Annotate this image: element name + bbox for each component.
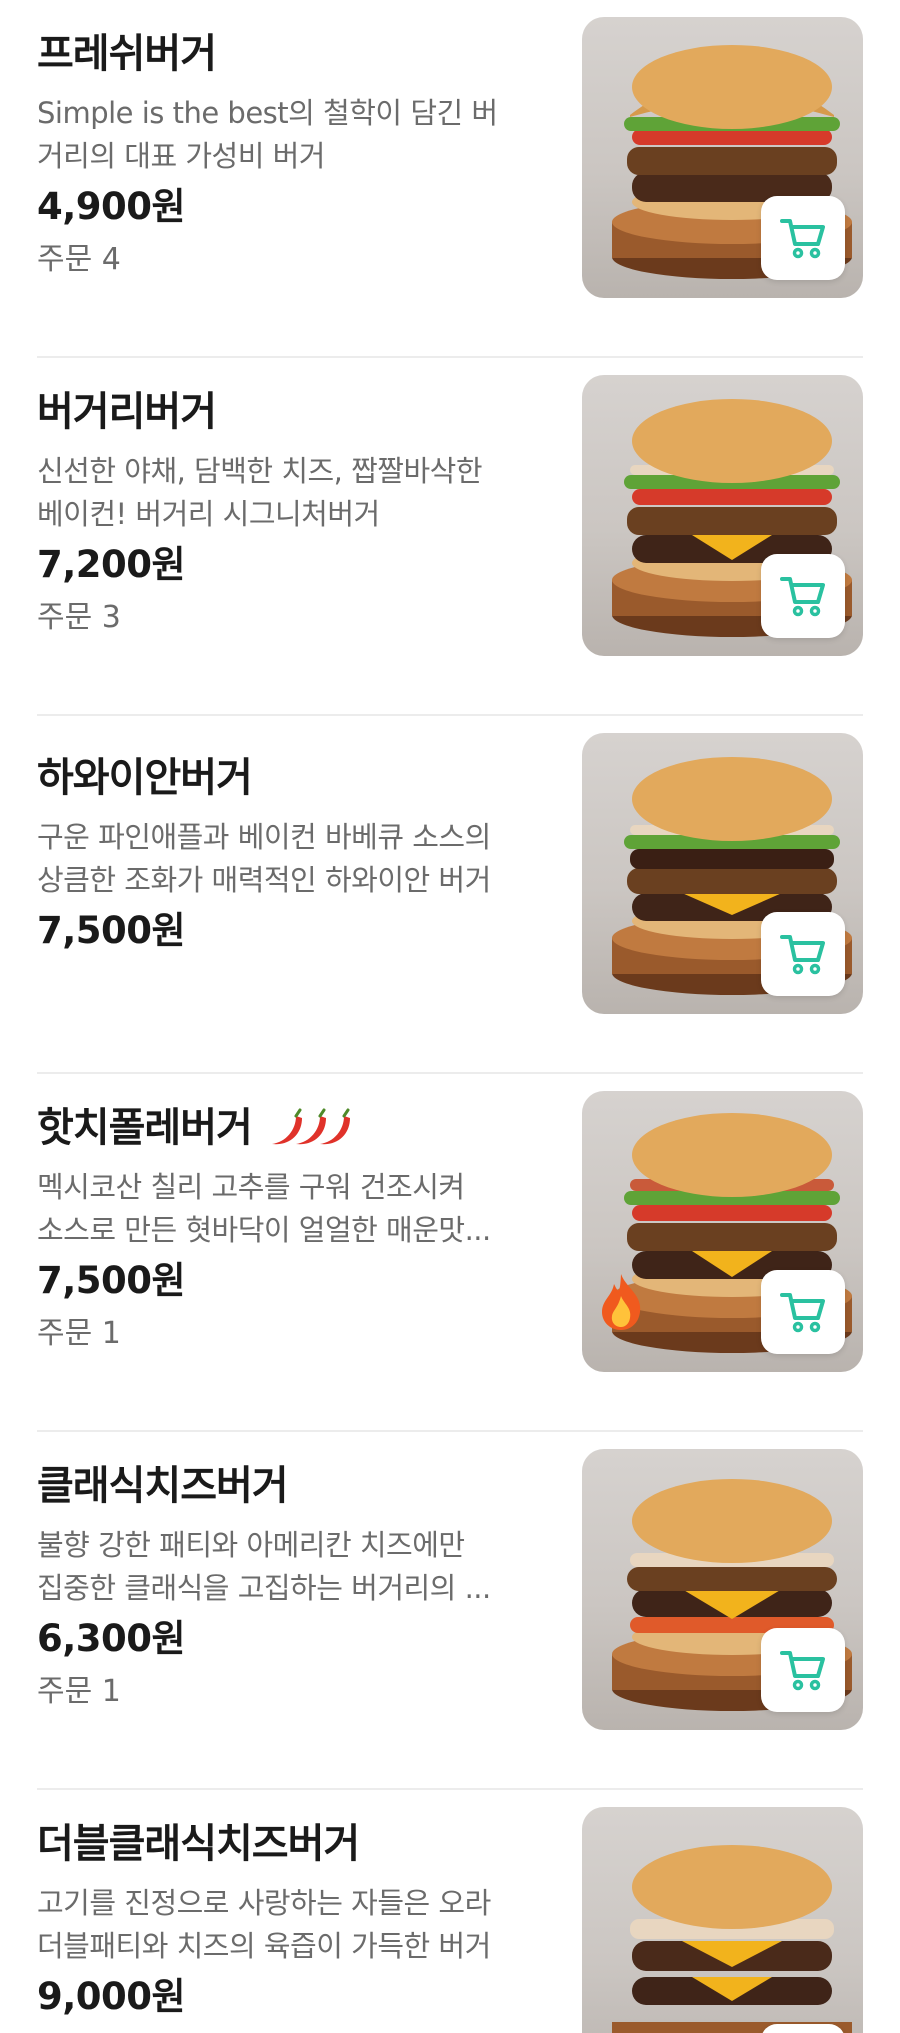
menu-item-description: 구운 파인애플과 베이컨 바베큐 소스의 상큼한 조화가 매력적인 하와이안 버… xyxy=(37,816,537,902)
menu-item-description-line: 고기를 진정으로 사랑하는 자들은 오라 xyxy=(37,1886,491,1920)
cart-icon xyxy=(780,577,825,617)
menu-item-description: 신선한 야채, 담백한 치즈, 짭짤바삭한 베이컨! 버거리 시그니처버거 xyxy=(37,450,537,536)
menu-item-name: 버거리버거 xyxy=(37,389,217,435)
cart-icon xyxy=(780,1651,825,1691)
menu-item-price: 9,000원 xyxy=(37,1975,186,2018)
add-to-cart-button[interactable] xyxy=(761,1270,845,1354)
menu-item-hawaiian-burger[interactable]: 하와이안버거 구운 파인애플과 베이컨 바베큐 소스의 상큼한 조화가 매력적인… xyxy=(37,716,863,1074)
cart-icon xyxy=(780,1293,825,1333)
menu-item-info: 더블클래식치즈버거 고기를 진정으로 사랑하는 자들은 오라 더블패티와 치즈의… xyxy=(37,1820,537,2022)
menu-item-price: 6,300원 xyxy=(37,1617,186,1660)
fire-icon xyxy=(602,1274,641,1330)
cart-icon xyxy=(780,935,825,975)
add-to-cart-button[interactable] xyxy=(761,554,845,638)
menu-item-description: 고기를 진정으로 사랑하는 자들은 오라 더블패티와 치즈의 육즙이 가득한 버… xyxy=(37,1882,537,1968)
cart-icon xyxy=(780,219,825,259)
menu-item-price: 4,900원 xyxy=(37,185,186,228)
burger-photo[interactable] xyxy=(582,17,863,298)
menu-item-price: 7,200원 xyxy=(37,543,186,586)
menu-item-description-line: 집중한 클래식을 고집하는 버거리의 ... xyxy=(37,1571,491,1605)
menu-item-description-line: 더블패티와 치즈의 육즙이 가득한 버거 xyxy=(37,1929,491,1963)
menu-item-description: Simple is the best의 철학이 담긴 버 거리의 대표 가성비 … xyxy=(37,92,537,178)
add-to-cart-button[interactable] xyxy=(761,196,845,280)
menu-item-order-count: 주문 3 xyxy=(37,600,121,635)
menu-item-name-row: 핫치폴레버거 xyxy=(37,1104,537,1152)
menu-item-description-line: 멕시코산 칠리 고추를 구워 건조시켜 xyxy=(37,1170,465,1204)
burger-illustration xyxy=(612,1845,852,2033)
menu-item-description-line: 신선한 야채, 담백한 치즈, 짭짤바삭한 xyxy=(37,454,483,488)
add-to-cart-button[interactable] xyxy=(761,912,845,996)
menu-item-double-classic-cheese-burger[interactable]: 더블클래식치즈버거 고기를 진정으로 사랑하는 자들은 오라 더블패티와 치즈의… xyxy=(37,1790,863,2033)
burger-photo[interactable] xyxy=(582,733,863,1014)
menu-item-burgeri-burger[interactable]: 버거리버거 신선한 야채, 담백한 치즈, 짭짤바삭한 베이컨! 버거리 시그니… xyxy=(37,358,863,716)
menu-item-name: 클래식치즈버거 xyxy=(37,1463,289,1509)
menu-item-order-count: 주문 4 xyxy=(37,242,121,277)
menu-item-description-line: 소스로 만든 혓바닥이 얼얼한 매운맛... xyxy=(37,1213,491,1247)
menu-item-hot-chipotle-burger[interactable]: 핫치폴레버거 멕시코산 칠리 고추를 구워 건조시켜 소스로 만든 혓바닥이 얼… xyxy=(37,1074,863,1432)
menu-item-info: 클래식치즈버거 불향 강한 패티와 아메리칸 치즈에만 집중한 클래식을 고집하… xyxy=(37,1462,537,1714)
menu-item-description-line: 거리의 대표 가성비 버거 xyxy=(37,139,325,173)
menu-item-description-line: 불향 강한 패티와 아메리칸 치즈에만 xyxy=(37,1528,465,1562)
chili-icon xyxy=(271,1108,350,1145)
menu-item-description: 불향 강한 패티와 아메리칸 치즈에만 집중한 클래식을 고집하는 버거리의 .… xyxy=(37,1524,537,1610)
menu-list: 프레쉬버거 Simple is the best의 철학이 담긴 버 거리의 대… xyxy=(0,0,900,2033)
add-to-cart-button[interactable] xyxy=(761,2024,845,2033)
menu-item-name: 프레쉬버거 xyxy=(37,31,217,77)
burger-photo[interactable] xyxy=(582,1449,863,1730)
menu-item-description-line: Simple is the best의 철학이 담긴 버 xyxy=(37,96,498,130)
menu-item-name: 더블클래식치즈버거 xyxy=(37,1821,360,1867)
menu-item-info: 핫치폴레버거 멕시코산 칠리 고추를 구워 건조시켜 소스로 만든 혓바닥이 얼… xyxy=(37,1104,537,1356)
menu-item-description-line: 구운 파인애플과 베이컨 바베큐 소스의 xyxy=(37,820,491,854)
menu-item-info: 프레쉬버거 Simple is the best의 철학이 담긴 버 거리의 대… xyxy=(37,30,537,282)
burger-photo[interactable] xyxy=(582,375,863,656)
menu-item-description-line: 상큼한 조화가 매력적인 하와이안 버거 xyxy=(37,863,491,897)
menu-item-name: 핫치폴레버거 xyxy=(37,1105,253,1151)
menu-item-info: 하와이안버거 구운 파인애플과 베이컨 바베큐 소스의 상큼한 조화가 매력적인… xyxy=(37,754,537,956)
menu-item-info: 버거리버거 신선한 야채, 담백한 치즈, 짭짤바삭한 베이컨! 버거리 시그니… xyxy=(37,388,537,640)
menu-item-price: 7,500원 xyxy=(37,909,186,952)
menu-item-order-count: 주문 1 xyxy=(37,1674,121,1709)
menu-item-order-count: 주문 1 xyxy=(37,1316,121,1351)
menu-item-fresh-burger[interactable]: 프레쉬버거 Simple is the best의 철학이 담긴 버 거리의 대… xyxy=(37,0,863,358)
menu-item-classic-cheese-burger[interactable]: 클래식치즈버거 불향 강한 패티와 아메리칸 치즈에만 집중한 클래식을 고집하… xyxy=(37,1432,863,1790)
add-to-cart-button[interactable] xyxy=(761,1628,845,1712)
burger-photo[interactable] xyxy=(582,1091,863,1372)
burger-photo[interactable] xyxy=(582,1807,863,2033)
menu-item-description-line: 베이컨! 버거리 시그니처버거 xyxy=(37,497,380,531)
menu-item-name: 하와이안버거 xyxy=(37,755,253,801)
menu-item-price: 7,500원 xyxy=(37,1259,186,1302)
menu-item-description: 멕시코산 칠리 고추를 구워 건조시켜 소스로 만든 혓바닥이 얼얼한 매운맛.… xyxy=(37,1166,537,1252)
